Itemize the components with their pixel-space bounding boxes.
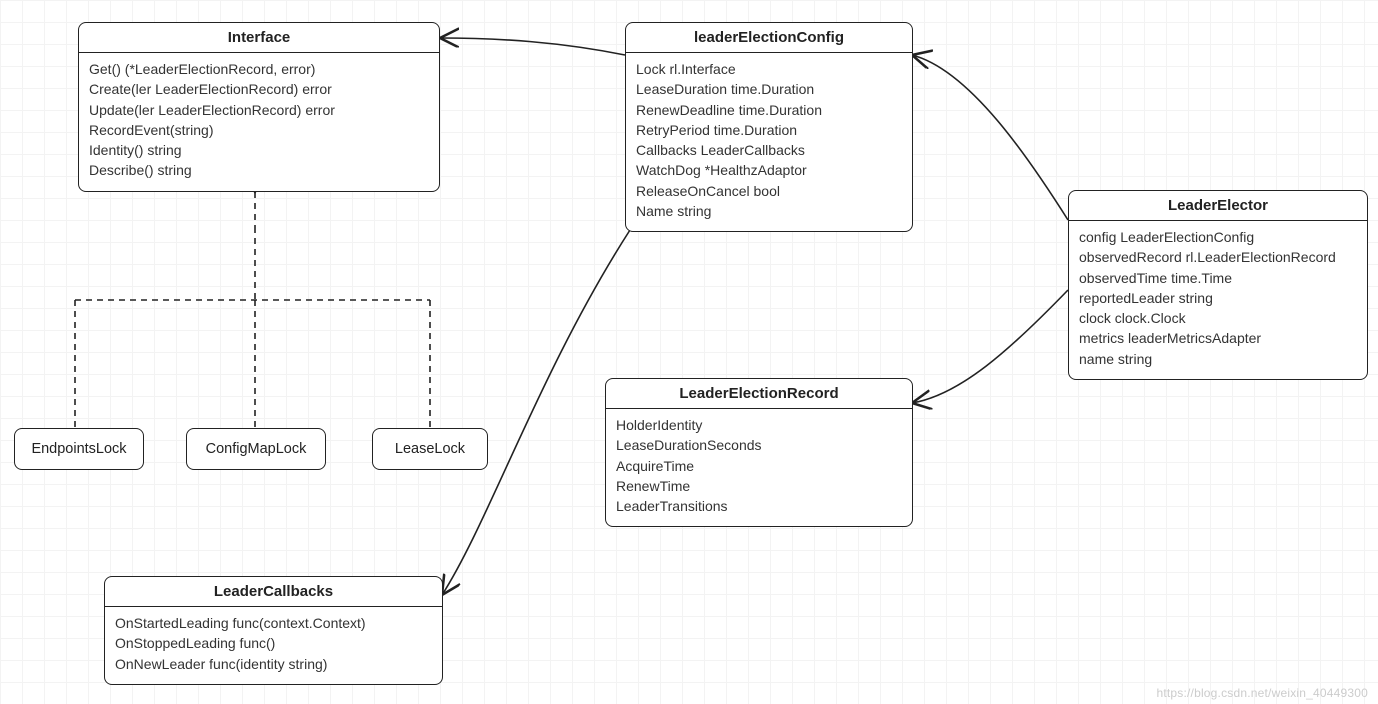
member-line: OnNewLeader func(identity string) (115, 654, 432, 674)
member-line: LeaderTransitions (616, 496, 902, 516)
class-interface-body: Get() (*LeaderElectionRecord, error) Cre… (79, 53, 439, 191)
member-line: LeaseDurationSeconds (616, 435, 902, 455)
class-leaderelector-body: config LeaderElectionConfig observedReco… (1069, 221, 1367, 379)
class-configmaplock-label: ConfigMapLock (206, 441, 307, 457)
member-line: Lock rl.Interface (636, 59, 902, 79)
class-leaderelectionconfig-body: Lock rl.Interface LeaseDuration time.Dur… (626, 53, 912, 231)
member-line: metrics leaderMetricsAdapter (1079, 328, 1357, 348)
watermark: https://blog.csdn.net/weixin_40449300 (1156, 686, 1368, 700)
member-line: HolderIdentity (616, 415, 902, 435)
member-line: Describe() string (89, 160, 429, 180)
member-line: reportedLeader string (1079, 288, 1357, 308)
class-leadercallbacks: LeaderCallbacks OnStartedLeading func(co… (104, 576, 443, 685)
class-interface: Interface Get() (*LeaderElectionRecord, … (78, 22, 440, 192)
member-line: clock clock.Clock (1079, 308, 1357, 328)
class-leaderelector: LeaderElector config LeaderElectionConfi… (1068, 190, 1368, 380)
class-leaderelectionrecord: LeaderElectionRecord HolderIdentity Leas… (605, 378, 913, 527)
member-line: config LeaderElectionConfig (1079, 227, 1357, 247)
member-line: LeaseDuration time.Duration (636, 79, 902, 99)
class-endpointslock-label: EndpointsLock (31, 441, 126, 457)
class-leaderelectionrecord-body: HolderIdentity LeaseDurationSeconds Acqu… (606, 409, 912, 526)
class-leaderelectionconfig: leaderElectionConfig Lock rl.Interface L… (625, 22, 913, 232)
class-leaselock-label: LeaseLock (395, 441, 465, 457)
member-line: OnStartedLeading func(context.Context) (115, 613, 432, 633)
member-line: Get() (*LeaderElectionRecord, error) (89, 59, 429, 79)
member-line: RenewDeadline time.Duration (636, 100, 902, 120)
member-line: RetryPeriod time.Duration (636, 120, 902, 140)
member-line: OnStoppedLeading func() (115, 633, 432, 653)
class-leadercallbacks-body: OnStartedLeading func(context.Context) O… (105, 607, 442, 684)
member-line: ReleaseOnCancel bool (636, 181, 902, 201)
member-line: RecordEvent(string) (89, 120, 429, 140)
member-line: observedTime time.Time (1079, 268, 1357, 288)
class-leaderelectionrecord-title: LeaderElectionRecord (606, 379, 912, 409)
class-leaderelector-title: LeaderElector (1069, 191, 1367, 221)
member-line: Callbacks LeaderCallbacks (636, 140, 902, 160)
class-configmaplock: ConfigMapLock (186, 428, 326, 470)
class-leaselock: LeaseLock (372, 428, 488, 470)
member-line: Identity() string (89, 140, 429, 160)
class-endpointslock: EndpointsLock (14, 428, 144, 470)
class-interface-title: Interface (79, 23, 439, 53)
member-line: Name string (636, 201, 902, 221)
member-line: Create(ler LeaderElectionRecord) error (89, 79, 429, 99)
class-leaderelectionconfig-title: leaderElectionConfig (626, 23, 912, 53)
member-line: observedRecord rl.LeaderElectionRecord (1079, 247, 1357, 267)
member-line: Update(ler LeaderElectionRecord) error (89, 100, 429, 120)
member-line: name string (1079, 349, 1357, 369)
class-leadercallbacks-title: LeaderCallbacks (105, 577, 442, 607)
member-line: WatchDog *HealthzAdaptor (636, 160, 902, 180)
member-line: AcquireTime (616, 456, 902, 476)
member-line: RenewTime (616, 476, 902, 496)
